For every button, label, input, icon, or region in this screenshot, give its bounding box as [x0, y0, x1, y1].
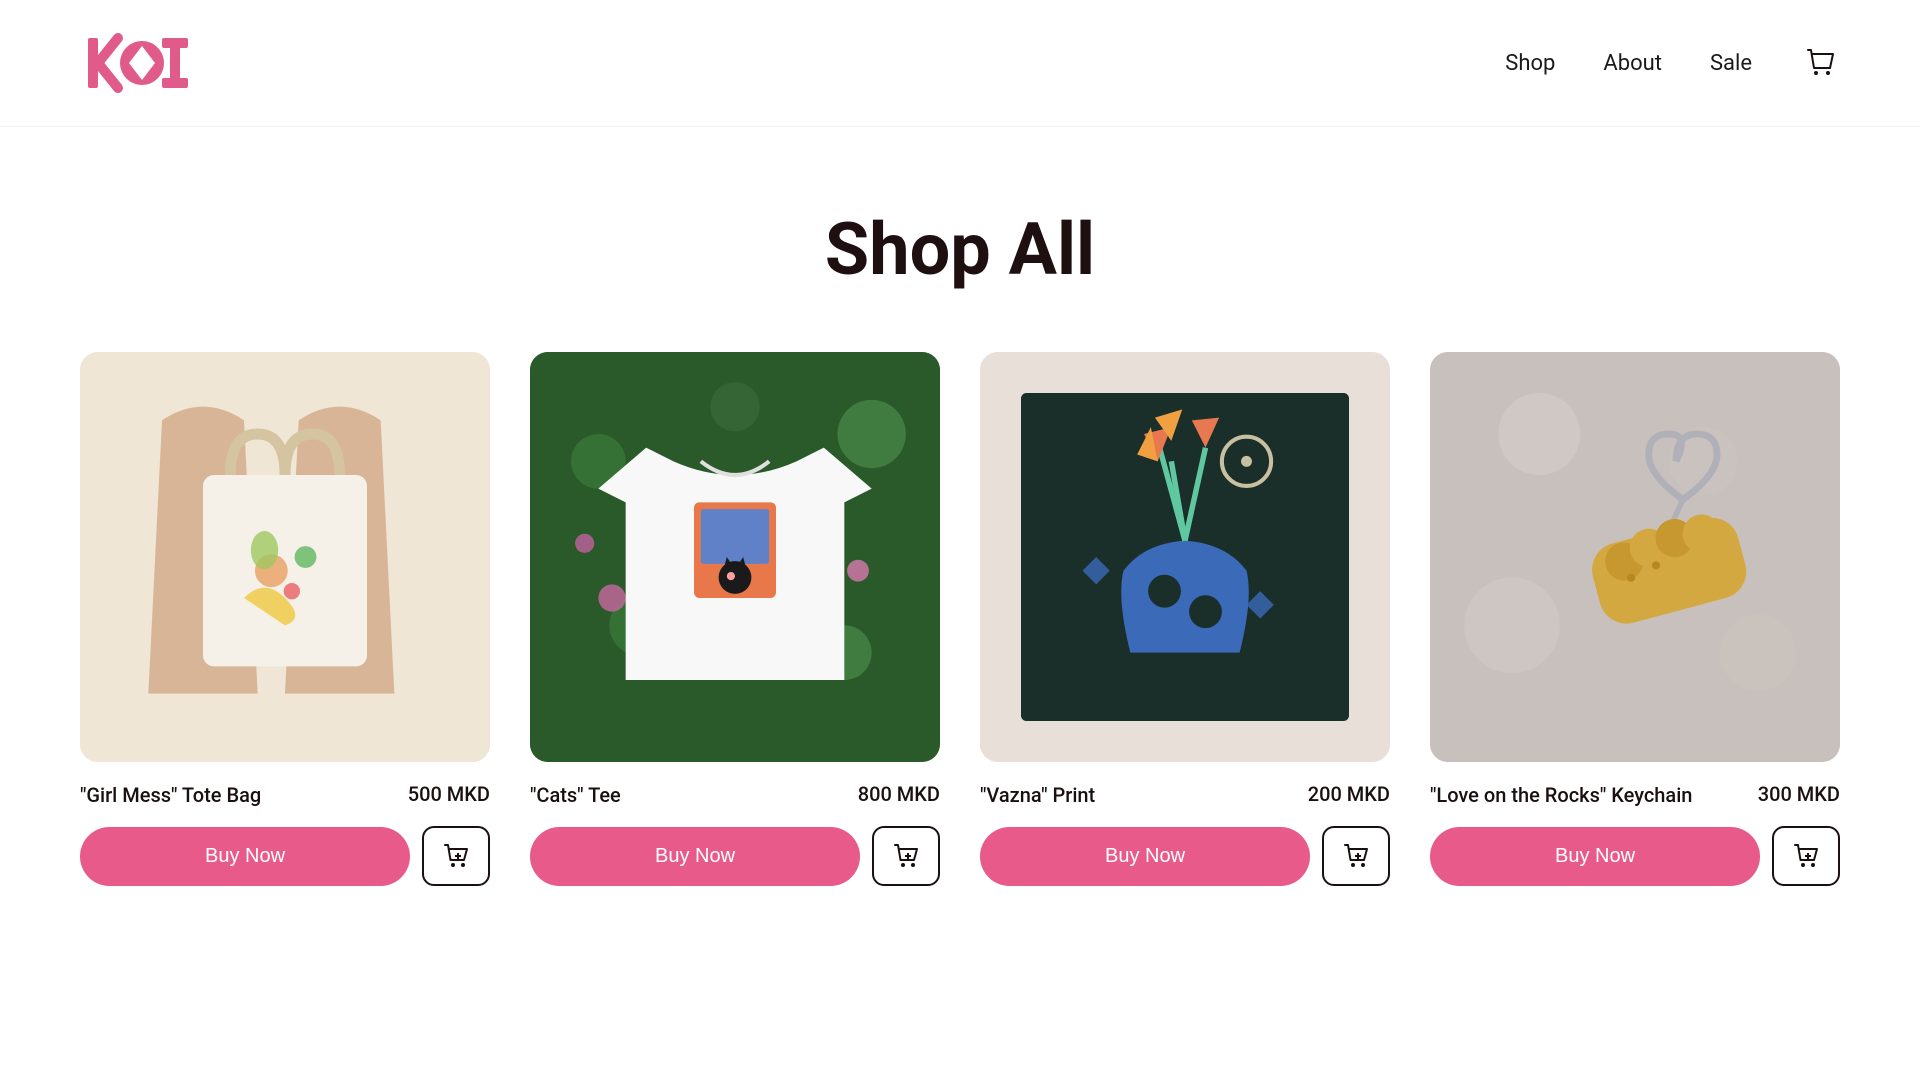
add-to-cart-button-cats-tee[interactable] — [872, 826, 940, 886]
product-info-vazna-print: "Vazna" Print 200 MKD — [980, 782, 1390, 808]
product-actions-tote-bag: Buy Now — [80, 826, 490, 886]
product-card-vazna-print: "Vazna" Print 200 MKD Buy Now — [980, 352, 1390, 886]
product-image-love-keychain — [1430, 352, 1840, 762]
product-card-love-keychain: "Love on the Rocks" Keychain 300 MKD Buy… — [1430, 352, 1840, 886]
product-actions-cats-tee: Buy Now — [530, 826, 940, 886]
add-to-cart-button-love-keychain[interactable] — [1772, 826, 1840, 886]
add-to-cart-button-tote-bag[interactable] — [422, 826, 490, 886]
product-info-cats-tee: "Cats" Tee 800 MKD — [530, 782, 940, 808]
cart-button[interactable] — [1800, 42, 1840, 85]
product-name-vazna-print: "Vazna" Print — [980, 782, 1296, 808]
product-actions-love-keychain: Buy Now — [1430, 826, 1840, 886]
product-info-love-keychain: "Love on the Rocks" Keychain 300 MKD — [1430, 782, 1840, 808]
product-actions-vazna-print: Buy Now — [980, 826, 1390, 886]
product-card-tote-bag: "Girl Mess" Tote Bag 500 MKD Buy Now — [80, 352, 490, 886]
product-name-cats-tee: "Cats" Tee — [530, 782, 846, 808]
product-image-vazna-print — [980, 352, 1390, 762]
buy-now-button-love-keychain[interactable]: Buy Now — [1430, 827, 1760, 886]
product-image-cats-tee — [530, 352, 940, 762]
product-image-tote-bag — [80, 352, 490, 762]
buy-now-button-vazna-print[interactable]: Buy Now — [980, 827, 1310, 886]
product-price-vazna-print: 200 MKD — [1308, 782, 1390, 806]
product-card-cats-tee: "Cats" Tee 800 MKD Buy Now — [530, 352, 940, 886]
buy-now-button-tote-bag[interactable]: Buy Now — [80, 827, 410, 886]
products-grid: "Girl Mess" Tote Bag 500 MKD Buy Now — [0, 352, 1920, 966]
product-price-cats-tee: 800 MKD — [858, 782, 940, 806]
buy-now-button-cats-tee[interactable]: Buy Now — [530, 827, 860, 886]
product-price-love-keychain: 300 MKD — [1758, 782, 1840, 806]
product-name-tote-bag: "Girl Mess" Tote Bag — [80, 782, 396, 808]
nav-shop[interactable]: Shop — [1505, 51, 1555, 76]
logo[interactable] — [80, 28, 210, 98]
nav-about[interactable]: About — [1603, 51, 1662, 76]
main-nav: Shop About Sale — [1505, 42, 1840, 85]
product-info-tote-bag: "Girl Mess" Tote Bag 500 MKD — [80, 782, 490, 808]
page-title-section: Shop All — [0, 127, 1920, 352]
product-price-tote-bag: 500 MKD — [408, 782, 490, 806]
page-title: Shop All — [0, 207, 1920, 292]
add-to-cart-button-vazna-print[interactable] — [1322, 826, 1390, 886]
nav-sale[interactable]: Sale — [1710, 51, 1752, 76]
product-name-love-keychain: "Love on the Rocks" Keychain — [1430, 782, 1746, 808]
